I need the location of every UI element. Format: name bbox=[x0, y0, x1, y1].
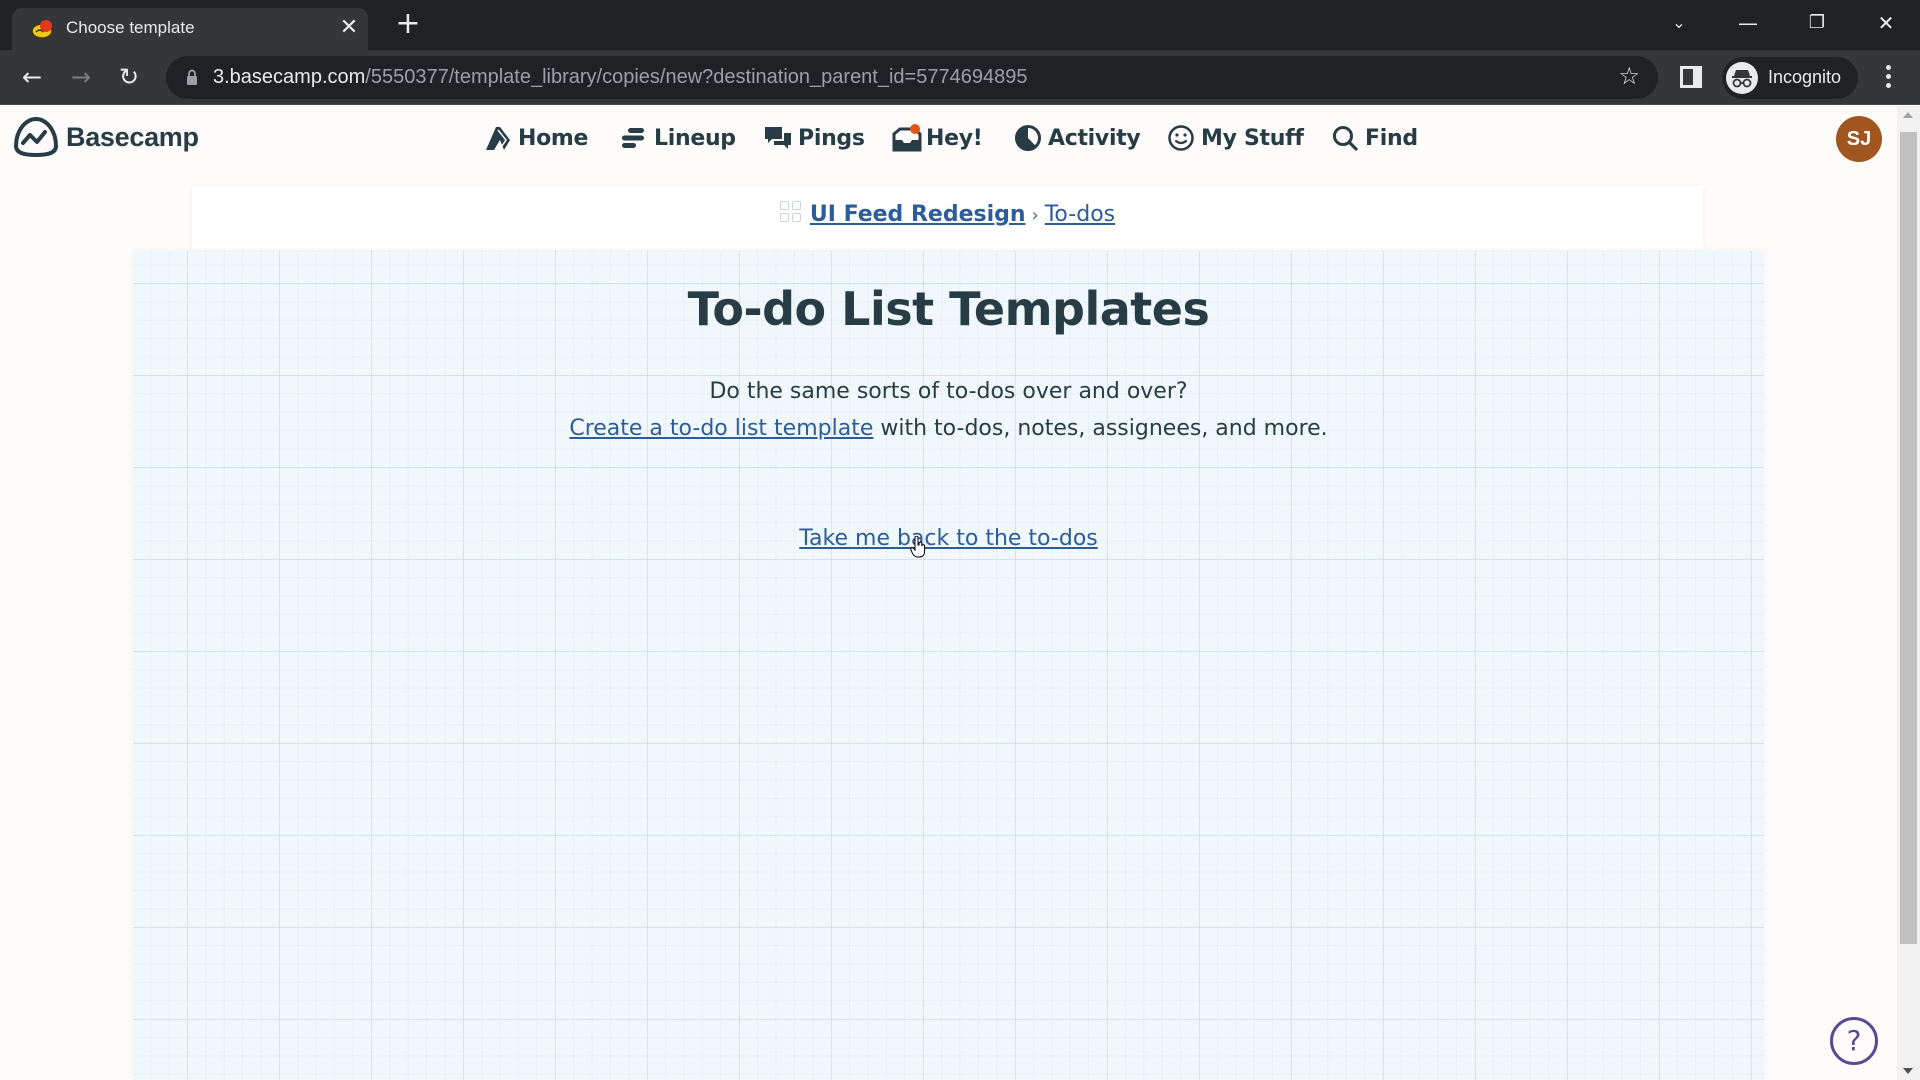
app-nav: Basecamp Home Lineup Pings Hey! Activity bbox=[0, 106, 1897, 170]
nav-pings[interactable]: Pings bbox=[764, 121, 865, 155]
nav-home-label: Home bbox=[518, 125, 589, 151]
close-window-icon[interactable]: ✕ bbox=[1866, 6, 1906, 40]
scroll-down-arrow-icon[interactable] bbox=[1903, 1068, 1913, 1074]
forward-icon[interactable]: → bbox=[65, 62, 97, 94]
search-icon bbox=[1331, 124, 1359, 152]
incognito-icon bbox=[1726, 62, 1758, 94]
nav-lineup-label: Lineup bbox=[654, 125, 736, 151]
url-host: 3.basecamp.com bbox=[213, 66, 366, 88]
nav-pings-label: Pings bbox=[798, 125, 865, 151]
intro-line-1: Do the same sorts of to-dos over and ove… bbox=[709, 379, 1188, 404]
new-tab-icon[interactable]: + bbox=[392, 9, 424, 41]
browser-tab[interactable]: Choose template ✕ bbox=[12, 8, 368, 50]
url-text: 3.basecamp.com/5550377/template_library/… bbox=[213, 66, 1027, 89]
activity-icon bbox=[1014, 124, 1042, 152]
breadcrumb-project-link[interactable]: UI Feed Redesign bbox=[810, 202, 1026, 227]
nav-activity[interactable]: Activity bbox=[1014, 121, 1141, 155]
incognito-profile-button[interactable]: Incognito bbox=[1722, 57, 1858, 99]
my-stuff-icon bbox=[1167, 124, 1195, 152]
restore-icon[interactable]: ❐ bbox=[1797, 6, 1837, 40]
brand-name: Basecamp bbox=[66, 121, 199, 152]
breadcrumb-separator: › bbox=[1031, 205, 1039, 226]
basecamp-logo-icon bbox=[14, 117, 58, 157]
nav-my-stuff[interactable]: My Stuff bbox=[1167, 121, 1304, 155]
breadcrumb: UI Feed Redesign › To-dos bbox=[192, 201, 1703, 227]
lock-icon bbox=[187, 69, 197, 85]
browser-tab-bar: Choose template ✕ + ⌄ — ❐ ✕ bbox=[0, 0, 1920, 50]
hand-cursor-icon bbox=[910, 536, 926, 558]
back-to-todos-link[interactable]: Take me back to the to-dos bbox=[799, 526, 1098, 551]
nav-my-stuff-label: My Stuff bbox=[1201, 125, 1304, 151]
nav-hey-label: Hey! bbox=[926, 125, 983, 151]
nav-home[interactable]: Home bbox=[484, 121, 588, 155]
back-link-wrapper: Take me back to the to-dos bbox=[133, 526, 1764, 551]
scrollbar-thumb[interactable] bbox=[1900, 132, 1917, 944]
home-icon bbox=[484, 124, 512, 152]
address-bar[interactable]: 3.basecamp.com/5550377/template_library/… bbox=[166, 56, 1658, 99]
avatar[interactable]: SJ bbox=[1836, 116, 1882, 162]
help-button[interactable]: ? bbox=[1830, 1017, 1878, 1065]
lineup-icon bbox=[620, 124, 648, 152]
url-path: /5550377/template_library/copies/new?des… bbox=[365, 66, 1028, 88]
nav-hey[interactable]: Hey! bbox=[892, 121, 983, 155]
minimize-icon[interactable]: — bbox=[1728, 6, 1768, 40]
pings-icon bbox=[764, 124, 792, 152]
bookmark-star-icon[interactable]: ☆ bbox=[1618, 62, 1640, 90]
breadcrumb-section-link[interactable]: To-dos bbox=[1045, 202, 1115, 227]
page-scrollbar[interactable] bbox=[1897, 106, 1920, 1080]
hey-icon bbox=[892, 124, 922, 152]
page-title: To-do List Templates bbox=[687, 282, 1210, 336]
create-template-link[interactable]: Create a to-do list template bbox=[569, 416, 873, 441]
nav-activity-label: Activity bbox=[1048, 125, 1141, 151]
project-grid-icon bbox=[779, 201, 802, 223]
basecamp-favicon-icon bbox=[31, 20, 53, 39]
nav-find-label: Find bbox=[1365, 125, 1418, 151]
side-panel-icon[interactable] bbox=[1680, 66, 1702, 88]
intro-line-2-rest: with to-dos, notes, assignees, and more. bbox=[873, 416, 1328, 441]
browser-menu-icon[interactable] bbox=[1880, 62, 1896, 94]
back-icon[interactable]: ← bbox=[16, 62, 48, 94]
reload-icon[interactable]: ↻ bbox=[113, 62, 145, 94]
tab-search-chevron-icon[interactable]: ⌄ bbox=[1659, 6, 1699, 40]
templates-panel: To-do List Templates Do the same sorts o… bbox=[133, 251, 1764, 1080]
scroll-up-arrow-icon[interactable] bbox=[1903, 112, 1913, 118]
breadcrumb-card: UI Feed Redesign › To-dos bbox=[192, 186, 1703, 250]
intro-text: Do the same sorts of to-dos over and ove… bbox=[133, 373, 1764, 447]
browser-toolbar: ← → ↻ 3.basecamp.com/5550377/template_li… bbox=[0, 50, 1920, 105]
incognito-label: Incognito bbox=[1768, 67, 1842, 87]
nav-lineup[interactable]: Lineup bbox=[620, 121, 736, 155]
intro-line-2: Create a to-do list template with to-dos… bbox=[133, 410, 1764, 447]
tab-title: Choose template bbox=[66, 18, 195, 37]
basecamp-logo[interactable]: Basecamp bbox=[12, 116, 199, 158]
nav-find[interactable]: Find bbox=[1331, 121, 1418, 155]
tab-close-icon[interactable]: ✕ bbox=[335, 14, 363, 42]
